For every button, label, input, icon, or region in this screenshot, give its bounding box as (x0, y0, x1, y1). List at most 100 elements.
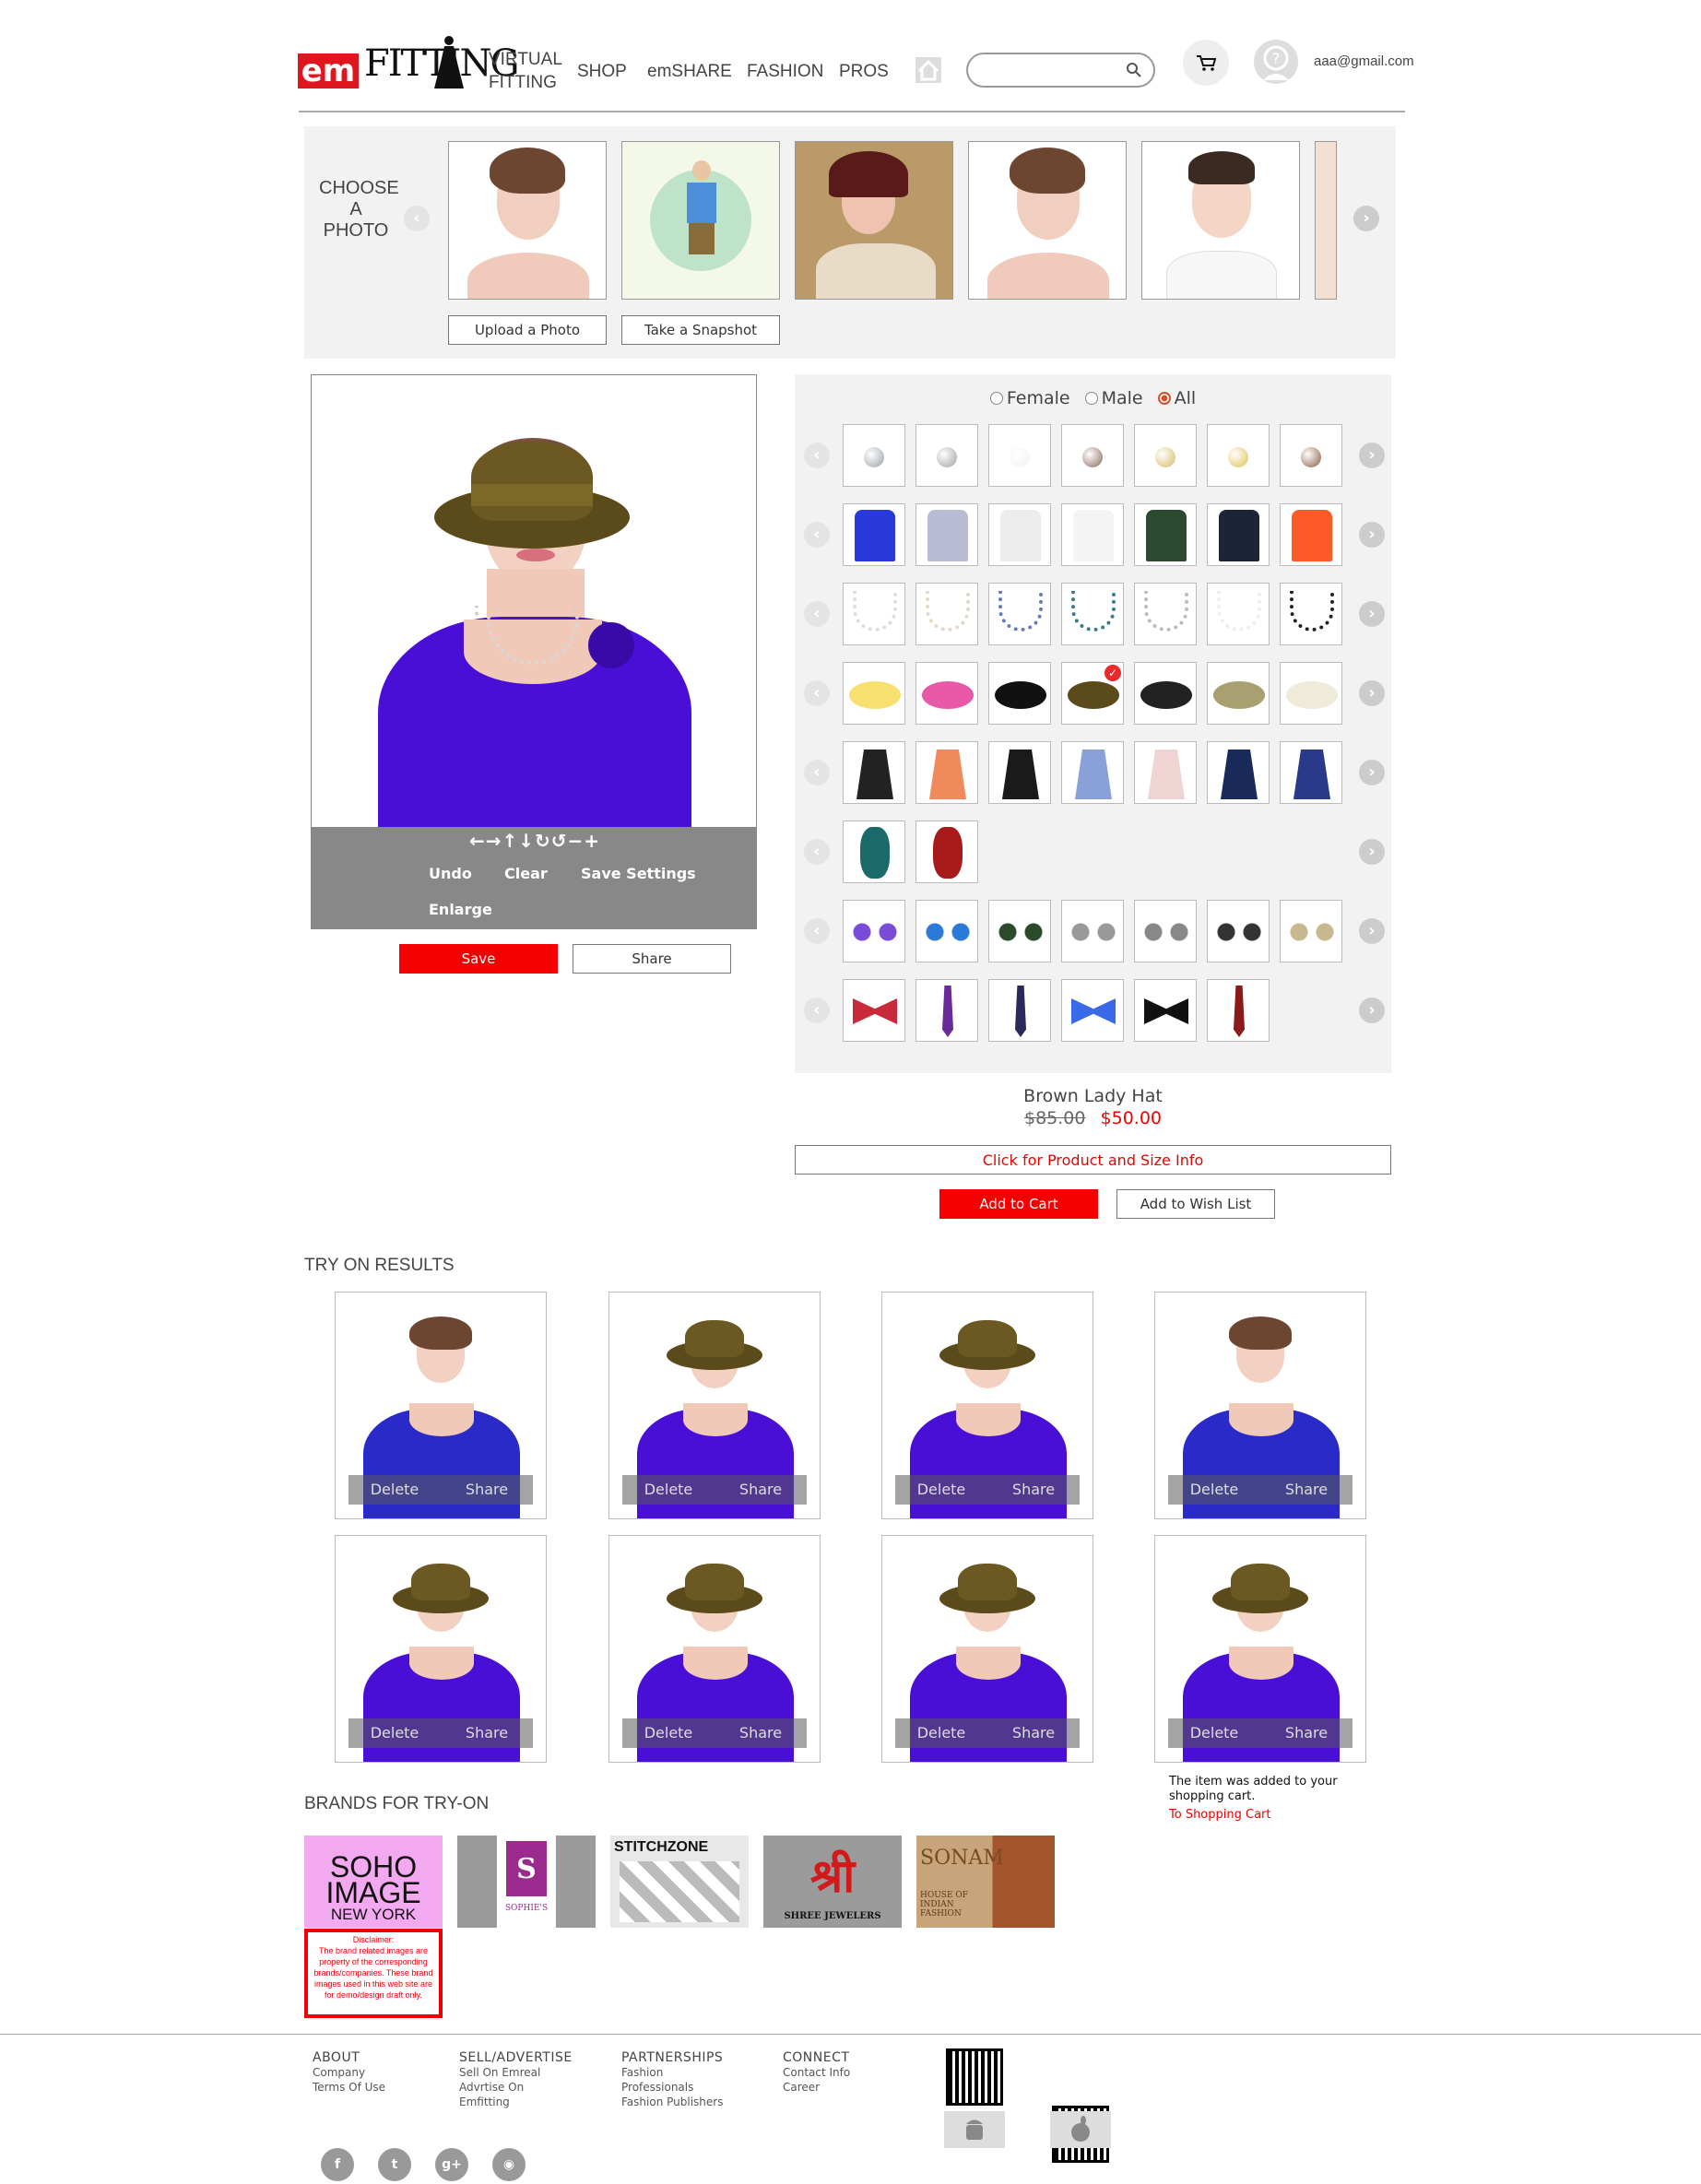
photos-next-arrow[interactable]: › (1353, 206, 1379, 231)
home-icon[interactable] (915, 56, 942, 84)
sunglasses-item[interactable] (1061, 900, 1124, 962)
necklaces-item[interactable] (1134, 583, 1197, 645)
result-card[interactable]: Delete Share (881, 1535, 1093, 1763)
skirts-item[interactable] (915, 741, 978, 804)
result-card[interactable]: Delete Share (608, 1292, 821, 1519)
hats-item[interactable] (988, 662, 1051, 725)
necklaces-item[interactable] (1061, 583, 1124, 645)
earrings-item[interactable] (1280, 424, 1342, 487)
necklaces-item[interactable] (915, 583, 978, 645)
photo-thumb-6-partial[interactable] (1315, 141, 1337, 300)
upload-photo-button[interactable]: Upload a Photo (448, 315, 607, 345)
photos-prev-arrow[interactable]: ‹ (404, 206, 430, 231)
footer-link-terms[interactable]: Terms Of Use (313, 2080, 385, 2095)
scarves-prev-arrow[interactable]: ‹ (804, 839, 830, 865)
sunglasses-item[interactable] (1207, 900, 1270, 962)
result-share-button[interactable]: Share (715, 1718, 807, 1748)
footer-link-contact[interactable]: Contact Info (783, 2065, 850, 2080)
earrings-item[interactable] (1061, 424, 1124, 487)
skirts-item[interactable] (843, 741, 905, 804)
result-share-button[interactable]: Share (987, 1475, 1080, 1505)
footer-link-publishers[interactable]: Fashion Publishers (621, 2095, 723, 2109)
skirts-item[interactable] (1061, 741, 1124, 804)
tops-item[interactable] (1134, 503, 1197, 566)
save-button[interactable]: Save (399, 944, 558, 974)
facebook-icon[interactable]: f (321, 2148, 354, 2181)
apple-icon[interactable] (1050, 2111, 1111, 2148)
scarves-next-arrow[interactable]: › (1359, 839, 1385, 865)
result-card[interactable]: Delete Share (1154, 1535, 1366, 1763)
skirts-item[interactable] (1207, 741, 1270, 804)
result-delete-button[interactable]: Delete (622, 1475, 715, 1505)
ties-item[interactable] (1134, 979, 1197, 1042)
earrings-next-arrow[interactable]: › (1359, 443, 1385, 468)
photo-thumb-1[interactable] (448, 141, 607, 300)
earrings-item[interactable] (988, 424, 1051, 487)
result-share-button[interactable]: Share (441, 1718, 533, 1748)
photo-thumb-5[interactable] (1141, 141, 1300, 300)
brand-sonam[interactable]: SONAM HOUSE OF INDIAN FASHION (916, 1836, 1055, 1928)
to-shopping-cart-link[interactable]: To Shopping Cart (1169, 1808, 1271, 1822)
necklaces-item[interactable] (1280, 583, 1342, 645)
search-input[interactable] (979, 54, 1127, 84)
sunglasses-prev-arrow[interactable]: ‹ (804, 918, 830, 944)
necklaces-prev-arrow[interactable]: ‹ (804, 601, 830, 627)
earrings-prev-arrow[interactable]: ‹ (804, 443, 830, 468)
brand-soho-image[interactable]: SOHO IMAGE NEW YORK (304, 1836, 443, 1928)
brand-stitchzone[interactable]: STITCHZONE (610, 1836, 749, 1928)
earrings-item[interactable] (843, 424, 905, 487)
sunglasses-item[interactable] (988, 900, 1051, 962)
hats-item[interactable] (1134, 662, 1197, 725)
result-card[interactable]: Delete Share (881, 1292, 1093, 1519)
photo-thumb-2[interactable] (621, 141, 780, 300)
result-card[interactable]: Delete Share (608, 1535, 821, 1763)
necklaces-item[interactable] (843, 583, 905, 645)
ties-next-arrow[interactable]: › (1359, 998, 1385, 1023)
nav-shop[interactable]: SHOP (577, 60, 627, 83)
logo-em[interactable]: em (298, 53, 359, 89)
tops-prev-arrow[interactable]: ‹ (804, 522, 830, 548)
result-share-button[interactable]: Share (441, 1475, 533, 1505)
tops-item[interactable] (1061, 503, 1124, 566)
sunglasses-item[interactable] (843, 900, 905, 962)
share-button[interactable]: Share (573, 944, 731, 974)
nav-virtual-fitting[interactable]: VIRTUAL FITTING (489, 48, 562, 94)
google-plus-icon[interactable]: g+ (435, 2148, 468, 2181)
hats-prev-arrow[interactable]: ‹ (804, 680, 830, 706)
earrings-item[interactable] (1207, 424, 1270, 487)
cart-button[interactable] (1183, 40, 1229, 86)
result-delete-button[interactable]: Delete (895, 1475, 987, 1505)
user-email[interactable]: aaa@gmail.com (1314, 53, 1414, 69)
wechat-icon[interactable]: ◉ (492, 2148, 526, 2181)
hats-item[interactable] (915, 662, 978, 725)
tops-item[interactable] (843, 503, 905, 566)
result-share-button[interactable]: Share (987, 1718, 1080, 1748)
skirts-item[interactable] (1280, 741, 1342, 804)
take-snapshot-button[interactable]: Take a Snapshot (621, 315, 780, 345)
result-delete-button[interactable]: Delete (895, 1718, 987, 1748)
result-share-button[interactable]: Share (715, 1475, 807, 1505)
ties-prev-arrow[interactable]: ‹ (804, 998, 830, 1023)
ties-item[interactable] (988, 979, 1051, 1042)
scarves-item[interactable] (843, 820, 905, 883)
ties-item[interactable] (915, 979, 978, 1042)
sunglasses-next-arrow[interactable]: › (1359, 918, 1385, 944)
skirts-next-arrow[interactable]: › (1359, 760, 1385, 785)
nav-fashion[interactable]: FASHION (747, 60, 823, 83)
tops-next-arrow[interactable]: › (1359, 522, 1385, 548)
hats-item[interactable]: ✓ (1061, 662, 1124, 725)
product-info-link[interactable]: Click for Product and Size Info (795, 1145, 1391, 1175)
result-delete-button[interactable]: Delete (1168, 1475, 1260, 1505)
necklaces-item[interactable] (1207, 583, 1270, 645)
footer-link-fashion[interactable]: Fashion (621, 2065, 723, 2080)
enlarge-button[interactable]: Enlarge (429, 901, 492, 918)
scarves-item[interactable] (915, 820, 978, 883)
photo-thumb-3[interactable] (795, 141, 953, 300)
result-delete-button[interactable]: Delete (348, 1718, 441, 1748)
earrings-item[interactable] (915, 424, 978, 487)
avatar[interactable]: ? (1254, 40, 1298, 84)
result-share-button[interactable]: Share (1260, 1718, 1353, 1748)
result-delete-button[interactable]: Delete (622, 1718, 715, 1748)
save-settings-button[interactable]: Save Settings (581, 865, 696, 882)
footer-link-company[interactable]: Company (313, 2065, 385, 2080)
